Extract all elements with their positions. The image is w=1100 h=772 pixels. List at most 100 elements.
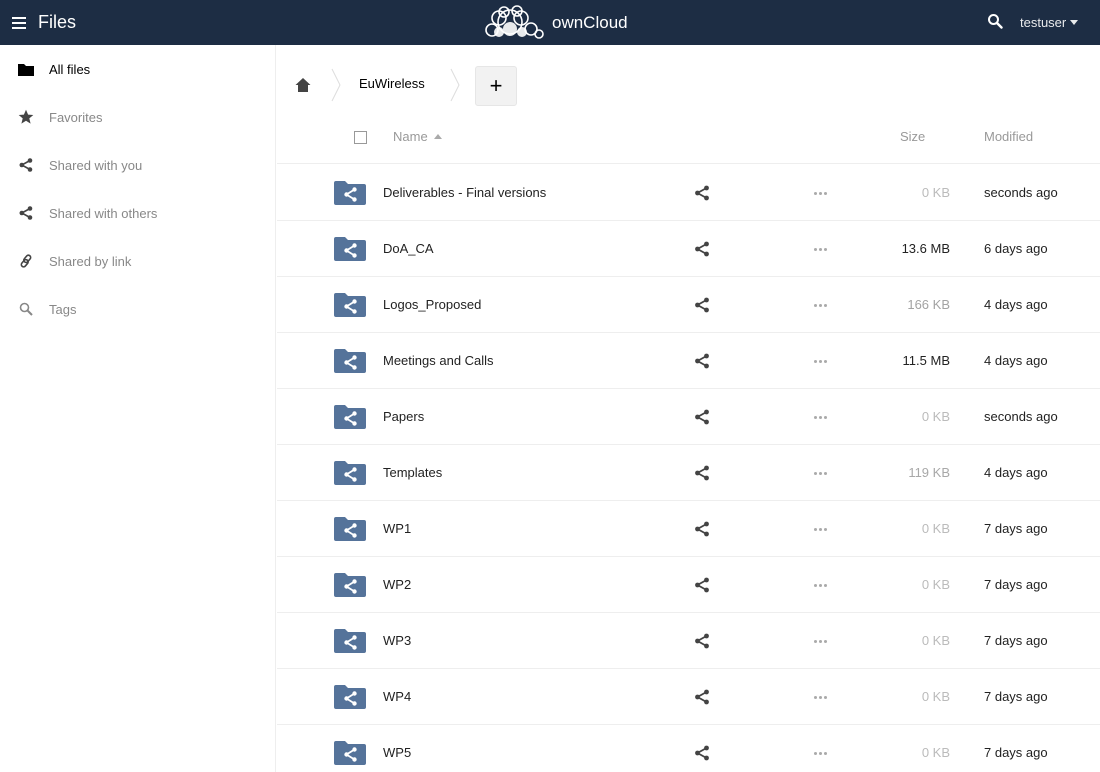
file-name[interactable]: Templates (383, 465, 442, 480)
app-menu-button[interactable]: Files (0, 0, 100, 45)
table-row[interactable]: WP2 0 KB 7 days ago (277, 557, 1100, 613)
shared-folder-icon (334, 293, 366, 317)
table-row[interactable]: WP5 0 KB 7 days ago (277, 725, 1100, 772)
search-icon[interactable] (987, 13, 1003, 29)
share-icon[interactable] (694, 241, 710, 257)
sidebar-item-favorites[interactable]: Favorites (0, 93, 275, 141)
chevron-down-icon (1070, 20, 1079, 25)
file-size: 0 KB (921, 409, 950, 424)
plus-icon: + (489, 73, 503, 98)
file-size: 0 KB (921, 577, 950, 592)
share-icon[interactable] (694, 465, 710, 481)
new-file-button[interactable]: + (475, 66, 517, 106)
shared-folder-icon (334, 461, 366, 485)
file-name[interactable]: WP1 (383, 521, 411, 536)
file-modified: 4 days ago (984, 297, 1048, 312)
file-list: Deliverables - Final versions 0 KB seconds… (277, 165, 1100, 772)
shared-folder-icon (334, 405, 366, 429)
more-actions-icon[interactable] (810, 353, 830, 369)
file-size: 119 KB (908, 465, 950, 480)
share-icon[interactable] (694, 521, 710, 537)
select-all-checkbox[interactable] (354, 131, 367, 144)
file-name[interactable]: Meetings and Calls (383, 353, 494, 368)
file-name[interactable]: WP4 (383, 689, 411, 704)
share-icon[interactable] (694, 353, 710, 369)
file-name[interactable]: WP5 (383, 745, 411, 760)
more-actions-icon[interactable] (810, 409, 830, 425)
file-modified: 4 days ago (984, 353, 1048, 368)
share-icon[interactable] (694, 745, 710, 761)
table-row[interactable]: DoA_CA 13.6 MB 6 days ago (277, 221, 1100, 277)
file-size: 0 KB (921, 689, 950, 704)
more-actions-icon[interactable] (810, 577, 830, 593)
share-icon[interactable] (694, 689, 710, 705)
breadcrumb-current[interactable]: EuWireless (359, 76, 425, 91)
share-icon[interactable] (694, 633, 710, 649)
more-actions-icon[interactable] (810, 297, 830, 313)
more-actions-icon[interactable] (810, 521, 830, 537)
file-name[interactable]: Logos_Proposed (383, 297, 481, 312)
file-modified: 7 days ago (984, 521, 1048, 536)
controls-bar: EuWireless + (277, 45, 1100, 107)
table-row[interactable]: Logos_Proposed 166 KB 4 days ago (277, 277, 1100, 333)
table-row[interactable]: WP4 0 KB 7 days ago (277, 669, 1100, 725)
share-icon[interactable] (694, 297, 710, 313)
file-name[interactable]: WP3 (383, 633, 411, 648)
shared-folder-icon (334, 741, 366, 765)
hamburger-icon (12, 16, 26, 29)
sidebar-item-label: Shared by link (49, 253, 132, 269)
file-size: 166 KB (907, 297, 950, 312)
shared-folder-icon (334, 349, 366, 373)
column-header-size[interactable]: Size (900, 129, 925, 144)
user-name: testuser (1020, 15, 1067, 30)
more-actions-icon[interactable] (810, 185, 830, 201)
shared-folder-icon (334, 573, 366, 597)
share-icon[interactable] (694, 577, 710, 593)
share-icon[interactable] (694, 409, 710, 425)
share-icon (18, 157, 34, 173)
file-modified: 7 days ago (984, 577, 1048, 592)
table-row[interactable]: Templates 119 KB 4 days ago (277, 445, 1100, 501)
sidebar-item-shared-with-others[interactable]: Shared with others (0, 189, 275, 237)
shared-folder-icon (334, 237, 366, 261)
column-header-modified[interactable]: Modified (984, 129, 1033, 144)
table-row[interactable]: Papers 0 KB seconds ago (277, 389, 1100, 445)
file-name[interactable]: Papers (383, 409, 424, 424)
more-actions-icon[interactable] (810, 745, 830, 761)
file-size: 0 KB (921, 633, 950, 648)
breadcrumb-separator (450, 68, 460, 102)
sidebar-item-label: Tags (49, 301, 77, 317)
more-actions-icon[interactable] (810, 689, 830, 705)
shared-folder-icon (334, 181, 366, 205)
sidebar-item-shared-by-link[interactable]: Shared by link (0, 237, 275, 285)
column-header-name[interactable]: Name (393, 129, 442, 144)
shared-folder-icon (334, 685, 366, 709)
sidebar-item-shared-with-you[interactable]: Shared with you (0, 141, 275, 189)
file-name[interactable]: WP2 (383, 577, 411, 592)
sidebar-item-all-files[interactable]: All files (0, 45, 275, 93)
app-name: Files (38, 12, 77, 32)
table-row[interactable]: WP1 0 KB 7 days ago (277, 501, 1100, 557)
sidebar-item-label: Shared with you (49, 157, 143, 173)
more-actions-icon[interactable] (810, 465, 830, 481)
table-row[interactable]: Meetings and Calls 11.5 MB 4 days ago (277, 333, 1100, 389)
star-icon (18, 109, 34, 125)
file-modified: seconds ago (984, 185, 1058, 200)
file-list-header: Name Size Modified (277, 110, 1100, 164)
table-row[interactable]: WP3 0 KB 7 days ago (277, 613, 1100, 669)
sidebar-item-tags[interactable]: Tags (0, 285, 275, 333)
more-actions-icon[interactable] (810, 633, 830, 649)
app-navigation: All files Favorites Shared with you Shar… (0, 45, 276, 772)
file-name[interactable]: Deliverables - Final versions (383, 185, 546, 200)
more-actions-icon[interactable] (810, 241, 830, 257)
breadcrumb-separator (331, 68, 341, 102)
share-icon[interactable] (694, 185, 710, 201)
user-menu[interactable]: testuser (1020, 0, 1079, 45)
folder-icon (18, 61, 34, 77)
owncloud-logo[interactable]: ownCloud (480, 4, 628, 42)
cloud-logo-icon (485, 5, 544, 39)
file-name[interactable]: DoA_CA (383, 241, 434, 256)
file-modified: 4 days ago (984, 465, 1048, 480)
home-icon[interactable] (295, 77, 311, 93)
table-row[interactable]: Deliverables - Final versions 0 KB seconds… (277, 165, 1100, 221)
